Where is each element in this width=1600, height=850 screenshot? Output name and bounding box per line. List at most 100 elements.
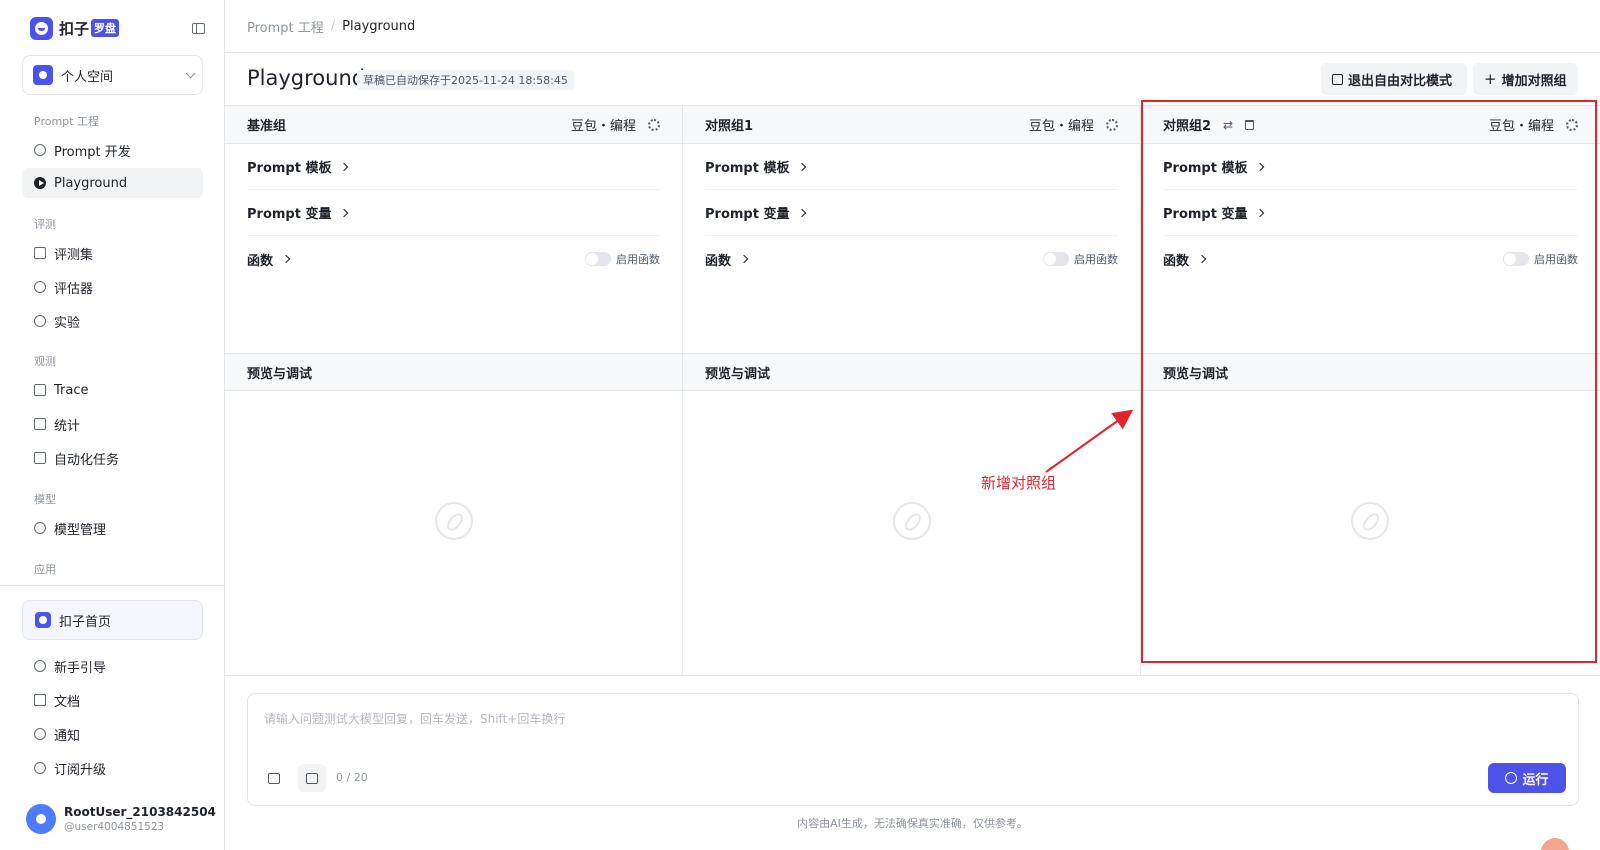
space-label: 个人空间 — [61, 69, 114, 85]
sidebar-item-eval-set[interactable]: 评测集 — [22, 238, 203, 268]
gear-icon[interactable] — [1106, 118, 1118, 131]
user-profile[interactable]: RootUser_2103842504 @user4004851523 — [26, 800, 216, 838]
user-icon — [33, 65, 53, 85]
doc-icon — [34, 694, 46, 706]
input-placeholder: 请输入问题测试大模型回复，回车发送，Shift+回车换行 — [264, 712, 566, 726]
breadcrumb-parent[interactable]: Prompt 工程 — [247, 17, 324, 36]
prompt-template-row[interactable]: Prompt 模板 — [247, 144, 660, 190]
space-selector[interactable]: 个人空间 — [22, 55, 203, 95]
prompt-variables-row[interactable]: Prompt 变量 — [705, 190, 1118, 236]
sidebar-item-model-mgmt[interactable]: 模型管理 — [22, 513, 203, 543]
play-icon — [1505, 772, 1518, 784]
sidebar: 扣子 罗盘 个人空间 Prompt 工程 Prompt 开发 Playgroun… — [0, 0, 225, 850]
chat-icon — [34, 144, 46, 156]
chevron-right-icon — [739, 254, 749, 264]
exit-compare-button[interactable]: 退出自由对比模式 — [1321, 63, 1467, 95]
prompt-variables-row[interactable]: Prompt 变量 — [247, 190, 660, 236]
compass-icon — [435, 502, 473, 540]
sidebar-item-label: 自动化任务 — [54, 452, 120, 468]
logo-text: 扣子 — [59, 19, 90, 38]
sidebar-item-label: Playground — [54, 175, 128, 191]
sidebar-divider — [0, 585, 224, 586]
breadcrumb: Prompt 工程 / Playground — [225, 0, 1600, 53]
nav-group-model: 模型 — [34, 493, 56, 506]
chart-icon — [34, 418, 46, 430]
enable-functions-toggle[interactable] — [585, 252, 611, 266]
run-label: 运行 — [1522, 772, 1549, 788]
sidebar-item-guide[interactable]: 新手引导 — [22, 651, 203, 681]
column-title: 对照组1 — [705, 119, 754, 134]
robot-icon[interactable] — [260, 764, 288, 792]
add-group-button[interactable]: + 增加对照组 — [1473, 63, 1578, 95]
autosave-badge: 草稿已自动保存于2025-11-24 18:58:45 — [357, 70, 574, 90]
row-label: Prompt 变量 — [247, 207, 332, 222]
exit-icon — [1332, 73, 1343, 85]
sidebar-item-docs[interactable]: 文档 — [22, 685, 203, 715]
trace-icon — [34, 384, 46, 396]
nav-group-prompt: Prompt 工程 — [34, 115, 99, 128]
sidebar-item-label: 新手引导 — [54, 660, 107, 676]
enable-functions-toggle[interactable] — [1043, 252, 1069, 266]
sidebar-item-prompt-dev[interactable]: Prompt 开发 — [22, 135, 203, 165]
nav-group-app: 应用 — [34, 563, 56, 576]
gauge-icon — [34, 315, 46, 327]
row-label: 函数 — [247, 253, 274, 269]
prompt-template-row[interactable]: Prompt 模板 — [705, 144, 1118, 190]
task-icon — [34, 452, 46, 464]
row-label: 函数 — [705, 253, 732, 269]
sidebar-item-label: Trace — [54, 382, 89, 398]
run-button[interactable]: 运行 — [1488, 763, 1566, 793]
sidebar-item-label: 统计 — [54, 418, 81, 434]
chat-input[interactable]: 请输入问题测试大模型回复，回车发送，Shift+回车换行 0 / 20 运行 — [247, 693, 1579, 806]
sidebar-item-trace[interactable]: Trace — [22, 375, 203, 405]
bell-icon — [34, 728, 46, 740]
plus-icon: + — [1484, 70, 1497, 88]
user-name: RootUser_2103842504 — [64, 805, 216, 819]
gear-icon[interactable] — [648, 118, 660, 131]
sidebar-item-experiment[interactable]: 实验 — [22, 306, 203, 336]
nav-group-eval: 评测 — [34, 218, 56, 231]
home-link[interactable]: 扣子首页 — [22, 600, 203, 640]
sidebar-item-label: 订阅升级 — [54, 762, 107, 778]
preview-title: 预览与调试 — [705, 366, 771, 382]
sidebar-item-playground[interactable]: Playground — [22, 168, 203, 198]
home-label: 扣子首页 — [59, 614, 112, 630]
logo-badge: 罗盘 — [91, 19, 120, 37]
sidebar-item-notify[interactable]: 通知 — [22, 719, 203, 749]
play-icon — [34, 177, 46, 189]
exit-compare-label: 退出自由对比模式 — [1348, 73, 1453, 89]
preview-header: 预览与调试 — [225, 353, 682, 391]
row-label: Prompt 模板 — [705, 161, 790, 176]
functions-row[interactable]: 函数 启用函数 — [247, 236, 660, 282]
model-selector[interactable]: 豆包・编程 — [1029, 115, 1094, 134]
sidebar-item-label: 模型管理 — [54, 522, 107, 538]
cube-icon — [34, 522, 46, 534]
help-icon — [34, 660, 46, 672]
row-label: Prompt 模板 — [247, 161, 332, 176]
chevron-right-icon — [798, 162, 807, 171]
logo-row: 扣子 罗盘 — [30, 16, 205, 40]
sidebar-item-auto-task[interactable]: 自动化任务 — [22, 443, 203, 473]
nav-group-observe: 观测 — [34, 355, 56, 368]
breadcrumb-current: Playground — [342, 18, 416, 34]
database-icon — [34, 247, 46, 259]
sidebar-item-label: 评测集 — [54, 247, 94, 263]
logo-icon — [30, 16, 53, 40]
column-baseline: 基准组 豆包・编程 Prompt 模板 Prompt 变量 函数 启用函数 预览… — [225, 106, 683, 676]
page-title: Playground — [247, 66, 366, 90]
chevron-right-icon — [281, 254, 291, 264]
image-counter: 0 / 20 — [336, 771, 368, 784]
functions-row[interactable]: 函数 启用函数 — [705, 236, 1118, 282]
sidebar-item-upgrade[interactable]: 订阅升级 — [22, 753, 203, 783]
sidebar-item-label: 文档 — [54, 694, 81, 710]
sidebar-collapse-icon[interactable] — [192, 22, 205, 34]
sidebar-item-evaluator[interactable]: 评估器 — [22, 272, 203, 302]
model-selector[interactable]: 豆包・编程 — [571, 115, 636, 134]
toggle-label: 启用函数 — [616, 253, 660, 266]
avatar — [26, 804, 56, 834]
sidebar-item-stats[interactable]: 统计 — [22, 409, 203, 439]
image-upload-icon[interactable] — [298, 764, 326, 792]
sidebar-item-label: 通知 — [54, 728, 81, 744]
add-group-label: 增加对照组 — [1501, 73, 1567, 89]
sparkle-icon — [34, 762, 46, 774]
